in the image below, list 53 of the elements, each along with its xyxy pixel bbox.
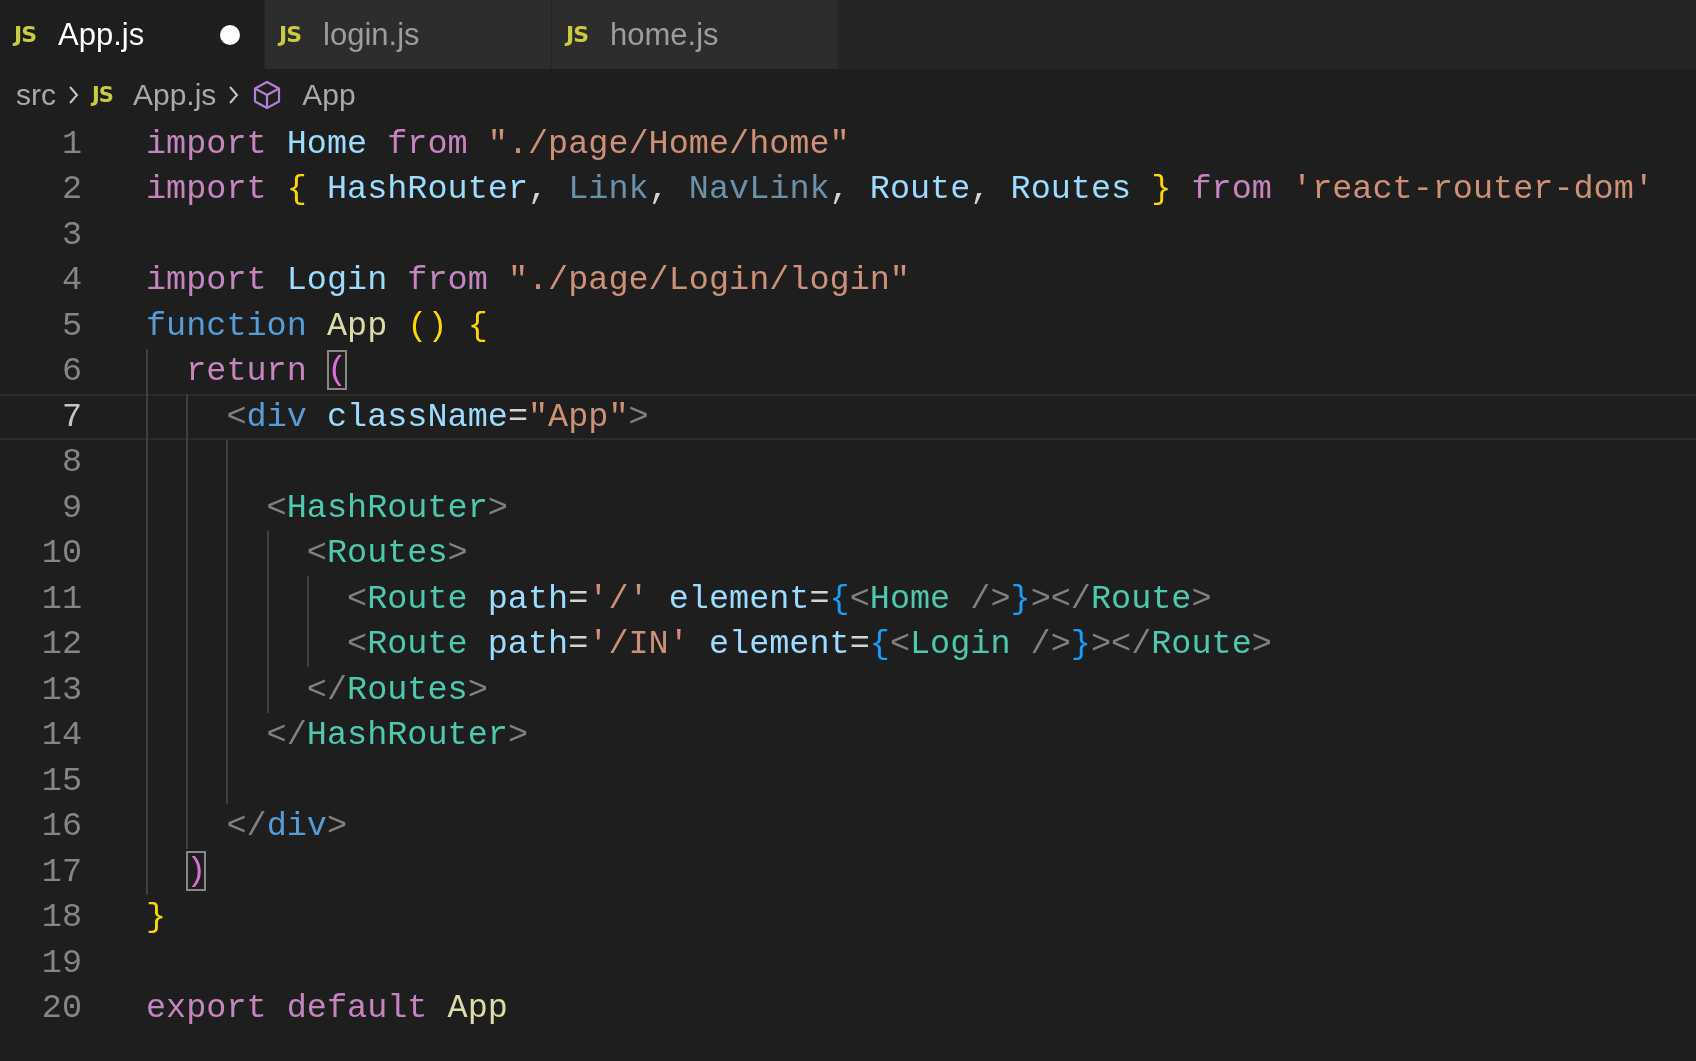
tab-label: App.js <box>58 16 145 53</box>
breadcrumb-item[interactable]: App <box>302 78 356 112</box>
line-number: 20 <box>40 988 82 1029</box>
code-line: export default App <box>146 988 508 1030</box>
code-line: <Route path='/IN' element={<Login />}></Route> <box>346 624 1272 666</box>
line-number: 16 <box>40 806 82 847</box>
line-number: 3 <box>60 214 82 255</box>
line-number: 11 <box>40 578 82 619</box>
line-number: 1 <box>60 123 82 164</box>
tab-label: login.js <box>323 16 420 53</box>
code-line: import { HashRouter, Link, NavLink, Route, Routes } from 'react-router-dom' <box>146 169 1654 211</box>
line-number: 15 <box>40 760 82 801</box>
tab-label: home.js <box>610 16 719 53</box>
code-line: <div className="App"> <box>225 396 649 438</box>
line-number: 4 <box>60 260 82 301</box>
code-line: <HashRouter> <box>265 487 508 529</box>
js-file-icon: JS <box>279 22 302 47</box>
code-line: <Route path='/' element={<Home />}></Route> <box>346 578 1212 620</box>
cube-icon <box>252 80 283 110</box>
line-number: 17 <box>40 851 82 892</box>
line-number: 6 <box>60 351 82 392</box>
chevron-right-icon <box>68 85 80 105</box>
code-line: ) <box>185 850 207 893</box>
code-line: </HashRouter> <box>265 715 528 757</box>
code-line: import Home from "./page/Home/home" <box>146 123 850 165</box>
code-line: import Login from "./page/Login/login" <box>146 260 910 302</box>
editor-tab[interactable]: JS home.js <box>552 0 839 69</box>
code-line: </Routes> <box>305 669 488 711</box>
line-number: 2 <box>60 169 82 210</box>
line-number: 18 <box>40 897 82 938</box>
line-number: 19 <box>40 942 82 983</box>
breadcrumb-item[interactable]: src <box>16 78 56 112</box>
line-number: 8 <box>60 442 82 483</box>
chevron-right-icon <box>228 85 241 105</box>
line-number: 10 <box>40 533 82 574</box>
js-file-icon: JS <box>14 22 37 47</box>
code-line: return ( <box>185 350 348 393</box>
js-file-icon: JS <box>92 83 113 107</box>
line-number: 13 <box>40 669 82 710</box>
unsaved-dot-icon <box>220 24 240 45</box>
breadcrumb-item[interactable]: App.js <box>132 78 217 112</box>
editor-tab[interactable]: JS login.js <box>265 0 552 69</box>
code-line: </div> <box>225 806 348 848</box>
code-line: <Routes> <box>305 533 468 575</box>
editor-tab[interactable]: JS App.js <box>0 0 265 69</box>
line-number: 14 <box>40 715 82 756</box>
line-number: 5 <box>60 305 82 346</box>
line-number: 12 <box>40 624 82 665</box>
code-line: } <box>146 897 167 939</box>
js-file-icon: JS <box>566 22 589 47</box>
line-number: 7 <box>60 396 82 437</box>
line-number: 9 <box>60 487 82 528</box>
code-line: function App () { <box>146 305 488 347</box>
